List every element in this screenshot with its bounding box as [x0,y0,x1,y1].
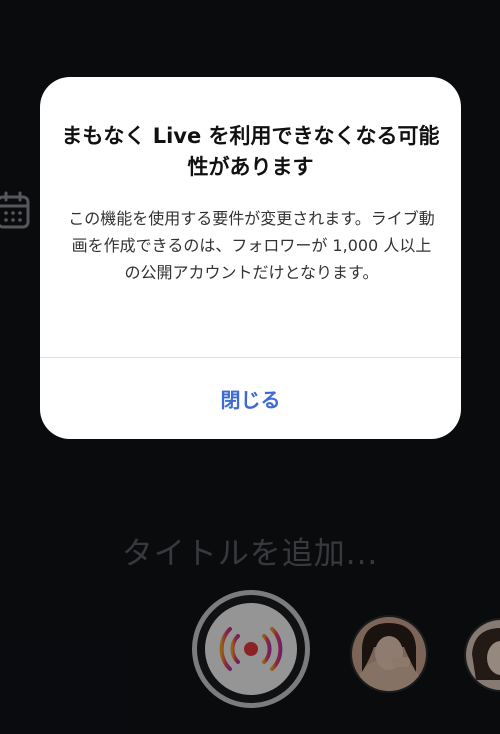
dialog-title: まもなく Live を利用できなくなる可能性があります [61,124,440,179]
dialog-body: この機能を使用する要件が変更されます。ライブ動画を作成できるのは、フォロワーが … [68,209,435,282]
live-unavailable-dialog: まもなく Live を利用できなくなる可能性があります この機能を使用する要件が… [40,77,461,439]
close-button[interactable]: 閉じる [40,358,461,439]
live-setup-screen: タイトルを追加... まもなく Live を利用できなくなる可能性があります こ… [0,0,500,734]
